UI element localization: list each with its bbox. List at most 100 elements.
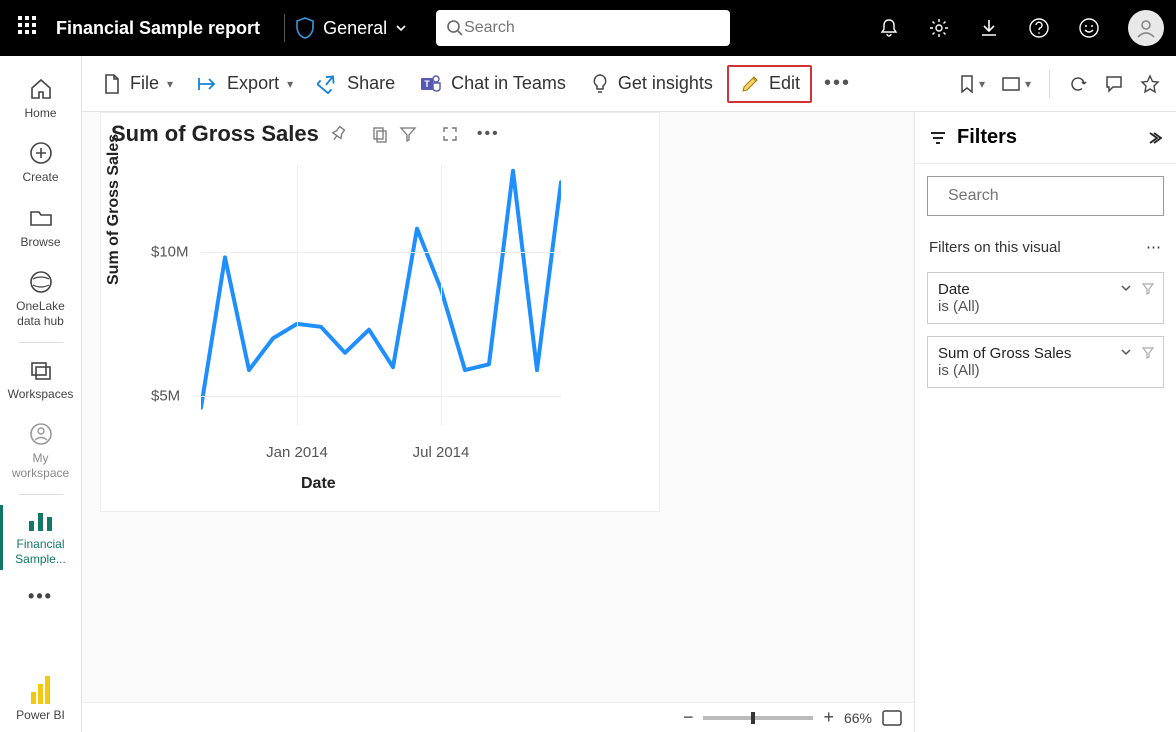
nav-divider — [19, 494, 63, 495]
zoom-in-button[interactable]: + — [823, 707, 834, 728]
filter-card-date[interactable]: Date is (All) — [927, 272, 1164, 324]
chevron-down-icon: ▾ — [979, 77, 985, 91]
chevron-down-icon: ▾ — [167, 77, 173, 91]
view-rect-icon — [1001, 76, 1021, 92]
report-bars-icon — [27, 509, 55, 533]
share-button[interactable]: Share — [307, 67, 405, 100]
nav-create[interactable]: Create — [0, 130, 81, 194]
nav-onelake[interactable]: OneLake data hub — [0, 259, 81, 338]
nav-label: Workspaces — [8, 387, 74, 401]
filters-search[interactable] — [927, 176, 1164, 216]
copy-icon[interactable] — [371, 125, 389, 143]
star-icon — [1140, 74, 1160, 94]
line-chart-visual[interactable]: Sum of Gross Sales ••• Sum of Gross Sale… — [100, 112, 660, 512]
filter-card-gross-sales[interactable]: Sum of Gross Sales is (All) — [927, 336, 1164, 388]
global-search[interactable] — [436, 10, 730, 46]
refresh-icon — [1068, 74, 1088, 94]
gridline — [201, 396, 561, 397]
chevron-down-icon: ▾ — [287, 77, 293, 91]
share-icon — [317, 74, 339, 94]
chevron-down-icon[interactable] — [1119, 345, 1133, 359]
powerbi-logo-icon — [31, 676, 51, 704]
person-icon — [1135, 17, 1157, 39]
chat-teams-button[interactable]: T Chat in Teams — [409, 67, 576, 101]
shield-icon — [295, 17, 315, 39]
nav-powerbi[interactable]: Power BI — [0, 666, 81, 732]
cmd-label: Edit — [769, 73, 800, 94]
pin-icon[interactable] — [329, 125, 347, 143]
more-commands[interactable]: ••• — [816, 72, 859, 95]
comment-icon — [1104, 74, 1124, 94]
export-icon — [197, 75, 219, 93]
refresh-button[interactable] — [1062, 70, 1094, 98]
cmd-label: Export — [227, 73, 279, 94]
section-more-icon[interactable]: ⋯ — [1146, 238, 1162, 256]
edit-button[interactable]: Edit — [727, 65, 812, 103]
chevron-down-icon: ▾ — [1025, 77, 1031, 91]
clear-filter-icon[interactable] — [1141, 345, 1155, 359]
bookmark-dropdown[interactable]: ▾ — [953, 70, 991, 98]
nav-label: Create — [22, 170, 58, 184]
my-workspace-icon — [28, 421, 54, 447]
onelake-icon — [28, 269, 54, 295]
home-icon — [28, 76, 54, 102]
visual-header-icons: ••• — [371, 125, 508, 143]
nav-label: My workspace — [4, 451, 77, 480]
separator — [284, 14, 285, 42]
search-icon — [446, 19, 464, 37]
help-icon[interactable] — [1028, 17, 1050, 39]
report-canvas[interactable]: Sum of Gross Sales ••• Sum of Gross Sale… — [82, 112, 914, 732]
y-axis-label: Sum of Gross Sales — [105, 134, 123, 285]
download-icon[interactable] — [978, 17, 1000, 39]
nav-browse[interactable]: Browse — [0, 195, 81, 259]
report-title: Financial Sample report — [56, 18, 260, 39]
zoom-out-button[interactable]: − — [683, 707, 694, 728]
zoom-slider[interactable] — [703, 716, 813, 720]
sensitivity-dropdown[interactable]: General — [295, 17, 407, 39]
account-avatar[interactable] — [1128, 10, 1164, 46]
file-menu[interactable]: File ▾ — [92, 67, 183, 101]
nav-financial-sample[interactable]: Financial Sample... — [0, 499, 81, 576]
nav-label: OneLake data hub — [4, 299, 77, 328]
top-app-bar: Financial Sample report General — [0, 0, 1176, 56]
collapse-pane-icon[interactable] — [1146, 131, 1162, 145]
focus-mode-icon[interactable] — [441, 125, 459, 143]
export-menu[interactable]: Export ▾ — [187, 67, 303, 100]
x-tick: Jul 2014 — [413, 444, 470, 461]
filters-search-input[interactable] — [948, 187, 1155, 205]
clear-filter-icon[interactable] — [1141, 281, 1155, 295]
filters-pane: Filters Filters on this visual ⋯ Date is… — [914, 112, 1176, 732]
command-bar: File ▾ Export ▾ Share T Chat in Teams Ge… — [82, 56, 1176, 112]
file-icon — [102, 73, 122, 95]
app-launcher-icon[interactable] — [18, 16, 42, 40]
global-search-input[interactable] — [464, 19, 720, 37]
favorite-button[interactable] — [1134, 70, 1166, 98]
nav-home[interactable]: Home — [0, 66, 81, 130]
notifications-icon[interactable] — [878, 17, 900, 39]
main-area: File ▾ Export ▾ Share T Chat in Teams Ge… — [82, 56, 1176, 732]
filters-header: Filters — [915, 112, 1176, 164]
visual-more-icon[interactable]: ••• — [469, 125, 508, 143]
y-tick: $10M — [151, 243, 189, 260]
pencil-icon — [739, 73, 761, 95]
chevron-down-icon[interactable] — [1119, 281, 1133, 295]
nav-more[interactable]: ••• — [0, 576, 81, 617]
fit-page-icon[interactable] — [882, 710, 902, 726]
cmd-label: Chat in Teams — [451, 73, 566, 94]
nav-label: Home — [24, 106, 56, 120]
visual-title: Sum of Gross Sales — [111, 121, 319, 147]
zoom-percent: 66% — [844, 710, 872, 726]
view-dropdown[interactable]: ▾ — [995, 72, 1037, 96]
settings-gear-icon[interactable] — [928, 17, 950, 39]
filters-section-header: Filters on this visual ⋯ — [915, 228, 1176, 266]
filter-value: is (All) — [938, 298, 1153, 315]
gridline — [297, 165, 298, 425]
visual-header: Sum of Gross Sales ••• — [101, 113, 659, 155]
filter-icon[interactable] — [399, 125, 417, 143]
nav-workspaces[interactable]: Workspaces — [0, 347, 81, 411]
get-insights-button[interactable]: Get insights — [580, 67, 723, 101]
feedback-smile-icon[interactable] — [1078, 17, 1100, 39]
comment-button[interactable] — [1098, 70, 1130, 98]
nav-my-workspace[interactable]: My workspace — [0, 411, 81, 490]
nav-label: Power BI — [16, 708, 65, 722]
